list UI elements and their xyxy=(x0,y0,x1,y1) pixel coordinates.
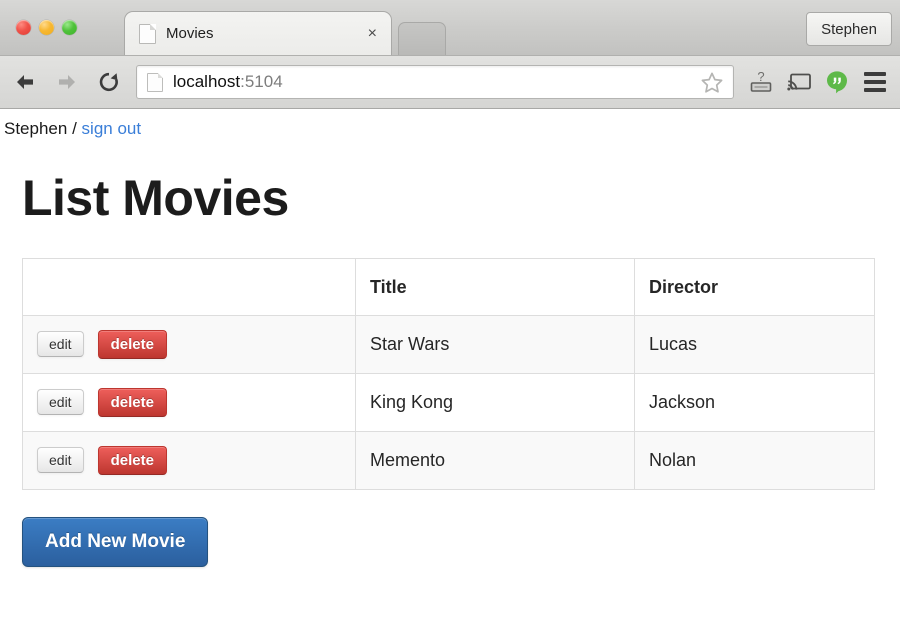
window-controls xyxy=(16,20,77,35)
table-body: edit delete Star Wars Lucas edit delete … xyxy=(22,315,875,490)
current-user-name: Stephen xyxy=(4,119,68,138)
user-bar-separator: / xyxy=(72,119,77,138)
menu-bar-3 xyxy=(864,88,886,92)
edit-button[interactable]: edit xyxy=(37,389,84,415)
url-port: :5104 xyxy=(240,72,283,91)
row-title-cell: Star Wars xyxy=(355,315,635,374)
hamburger-menu-icon[interactable] xyxy=(856,64,894,100)
back-arrow-icon[interactable] xyxy=(8,65,42,99)
row-director-cell: Lucas xyxy=(634,315,875,374)
reload-icon[interactable] xyxy=(92,65,126,99)
maximize-window-button[interactable] xyxy=(62,20,77,35)
browser-toolbar: localhost:5104 ? xyxy=(0,56,900,109)
sign-out-link[interactable]: sign out xyxy=(82,119,142,138)
table-row: edit delete Memento Nolan xyxy=(22,431,875,490)
page-icon xyxy=(147,72,163,92)
address-bar[interactable]: localhost:5104 xyxy=(136,65,734,99)
table-header-row: Title Director xyxy=(23,258,875,316)
delete-button[interactable]: delete xyxy=(97,330,167,359)
column-header-director: Director xyxy=(634,258,875,316)
browser-tab-bar: Movies × Stephen xyxy=(0,0,900,56)
edit-button[interactable]: edit xyxy=(37,447,84,473)
url-text: localhost:5104 xyxy=(173,72,699,92)
cast-icon[interactable] xyxy=(780,64,818,100)
movies-table: Title Director edit delete Star Wars Luc… xyxy=(22,258,875,490)
browser-window: Movies × Stephen localhost:5104 ? Stephe… xyxy=(0,0,900,641)
page-title: List Movies xyxy=(22,170,289,226)
edit-button[interactable]: edit xyxy=(37,331,84,357)
row-title-cell: Memento xyxy=(355,431,635,490)
menu-bar-1 xyxy=(864,72,886,76)
column-header-title: Title xyxy=(355,258,635,316)
row-title-cell: King Kong xyxy=(355,373,635,432)
table-row: edit delete King Kong Jackson xyxy=(22,373,875,432)
row-director-cell: Jackson xyxy=(634,373,875,432)
close-window-button[interactable] xyxy=(16,20,31,35)
browser-tab-movies[interactable]: Movies × xyxy=(124,11,392,55)
table-row: edit delete Star Wars Lucas xyxy=(22,315,875,374)
row-actions-cell: edit delete xyxy=(22,431,356,490)
row-actions-cell: edit delete xyxy=(22,373,356,432)
table-header: Title Director xyxy=(23,258,875,316)
row-actions-cell: edit delete xyxy=(22,315,356,374)
new-tab-button[interactable] xyxy=(398,22,446,55)
column-header-actions xyxy=(23,259,356,316)
row-director-cell: Nolan xyxy=(634,431,875,490)
delete-button[interactable]: delete xyxy=(97,388,167,417)
minimize-window-button[interactable] xyxy=(39,20,54,35)
page-icon xyxy=(139,23,156,44)
close-icon[interactable]: × xyxy=(368,25,377,42)
hangouts-icon[interactable] xyxy=(818,64,856,100)
forward-arrow-icon xyxy=(50,65,84,99)
user-bar: Stephen / sign out xyxy=(0,109,900,139)
tab-title: Movies xyxy=(166,25,214,42)
profile-button[interactable]: Stephen xyxy=(806,12,892,46)
delete-button[interactable]: delete xyxy=(97,446,167,475)
page-content: Stephen / sign out List Movies Title Dir… xyxy=(0,109,900,641)
star-icon[interactable] xyxy=(699,69,725,95)
question-keyboard-icon[interactable]: ? xyxy=(742,64,780,100)
url-host: localhost xyxy=(173,72,241,91)
svg-text:?: ? xyxy=(757,69,764,84)
menu-bar-2 xyxy=(864,80,886,84)
add-new-movie-button[interactable]: Add New Movie xyxy=(22,517,209,567)
